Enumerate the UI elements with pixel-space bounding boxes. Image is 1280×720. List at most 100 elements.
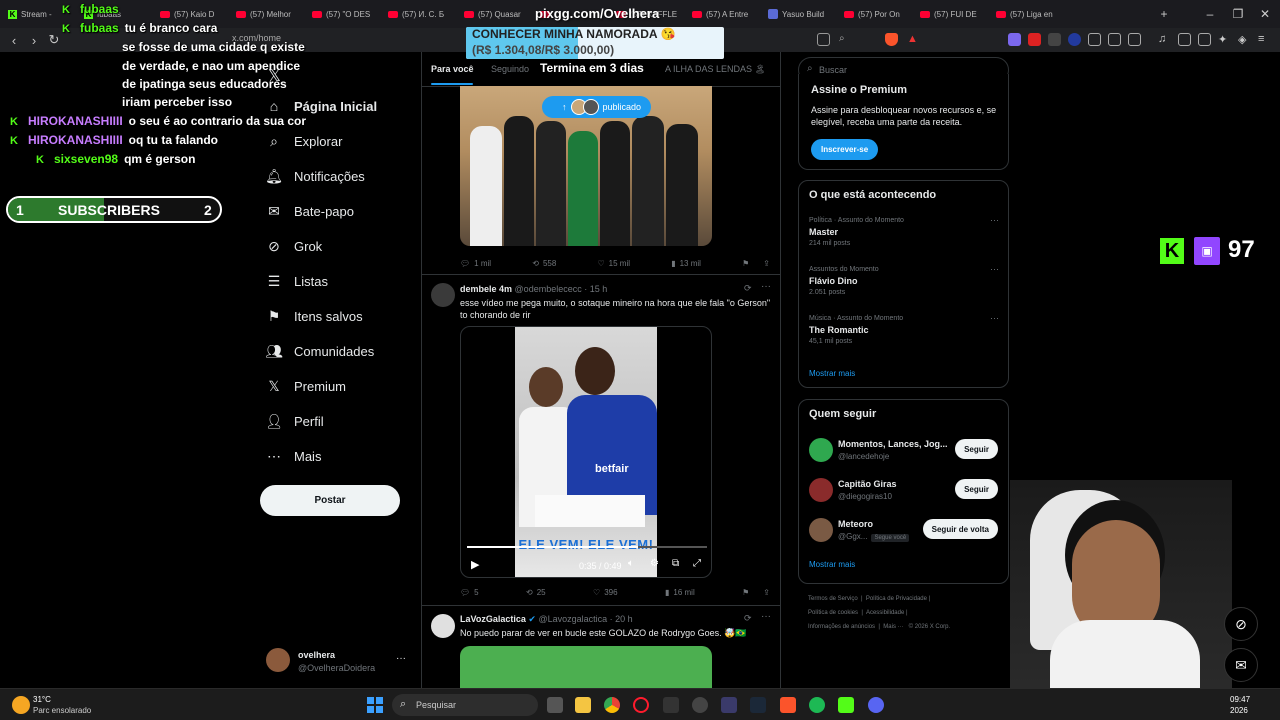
rewards-icon[interactable]: ▲ bbox=[907, 33, 920, 46]
opera-icon[interactable] bbox=[633, 697, 649, 713]
author-name[interactable]: LaVozGalactica bbox=[460, 614, 526, 624]
sidebar-item-grok[interactable]: ⊘ Grok bbox=[266, 234, 322, 258]
follow-button[interactable]: Seguir de volta bbox=[922, 519, 998, 539]
follow-button[interactable]: Seguir bbox=[955, 439, 998, 459]
file-explorer-icon[interactable] bbox=[575, 697, 591, 713]
video-progress-track[interactable] bbox=[467, 546, 707, 548]
avatar[interactable] bbox=[431, 614, 455, 638]
browser-tab[interactable]: (57) "O DES bbox=[304, 0, 380, 28]
forward-icon[interactable]: › bbox=[26, 32, 42, 48]
brave-shield-icon[interactable] bbox=[885, 33, 898, 46]
task-view-icon[interactable] bbox=[547, 697, 563, 713]
extension-icon[interactable] bbox=[1068, 33, 1081, 46]
like-button[interactable]: ♡ 15 mil bbox=[597, 257, 630, 269]
views-button[interactable]: ▮ 13 mil bbox=[671, 257, 701, 269]
author-handle[interactable]: @Lavozgalactica bbox=[538, 614, 607, 624]
trend-item[interactable]: Assuntos do Momento Flávio Dino 2.051 post… bbox=[809, 264, 999, 296]
tab-list[interactable]: A ILHA DAS LENDAS 🏝 bbox=[665, 64, 766, 75]
new-posts-pill[interactable]: ↑ publicado bbox=[542, 96, 652, 118]
trend-item[interactable]: Música · Assunto do Momento The Romantic 4… bbox=[809, 313, 999, 345]
follow-name[interactable]: Capitão Giras bbox=[838, 479, 897, 489]
sidebar-item-itens-salvos[interactable]: ⚑ Itens salvos bbox=[266, 304, 363, 328]
more-icon[interactable]: ··· bbox=[990, 215, 999, 225]
sidebar-item-p-gina-inicial[interactable]: ⌂ Página Inicial bbox=[266, 94, 377, 118]
account-more-icon[interactable]: ··· bbox=[396, 653, 406, 664]
avatar[interactable] bbox=[809, 478, 833, 502]
vpn-icon[interactable]: ◈ bbox=[1238, 33, 1251, 46]
browser-tab[interactable]: Yasuo Build bbox=[760, 0, 836, 28]
extension-icon[interactable] bbox=[1028, 33, 1041, 46]
browser-tab[interactable]: (57) A Entre bbox=[684, 0, 760, 28]
sidebar-item-explorar[interactable]: ⌕ Explorar bbox=[266, 129, 342, 153]
repost-button[interactable]: ⟲ 558 bbox=[532, 257, 556, 269]
new-tab-button[interactable]: + bbox=[1144, 0, 1184, 28]
views-button[interactable]: ▮ 16 mil bbox=[665, 586, 695, 598]
author-name[interactable]: dembele 4m bbox=[460, 284, 512, 294]
steam-icon[interactable] bbox=[750, 697, 766, 713]
browser-tab[interactable]: (57) FUI DE bbox=[912, 0, 988, 28]
tweet-time[interactable]: · 20 h bbox=[610, 614, 633, 624]
app-icon[interactable] bbox=[721, 697, 737, 713]
taskbar-search[interactable]: ⌕ Pesquisar bbox=[392, 694, 538, 716]
browser-tab[interactable]: (57) Melhor bbox=[228, 0, 304, 28]
extension-icon[interactable] bbox=[1108, 33, 1121, 46]
tweet-video[interactable]: betfair ELE VEM! ELE VEM! ▶ 0:35 / 0:49 … bbox=[460, 326, 712, 578]
more-icon[interactable]: ··· bbox=[761, 281, 771, 292]
kick-icon[interactable] bbox=[838, 697, 854, 713]
avatar[interactable] bbox=[809, 518, 833, 542]
extension-icon[interactable] bbox=[1048, 33, 1061, 46]
grok-icon[interactable]: ⟳ bbox=[744, 613, 752, 624]
sidebar-item-premium[interactable]: 𝕏 Premium bbox=[266, 374, 346, 398]
repost-button[interactable]: ⟲ 25 bbox=[526, 586, 546, 598]
sidebar-item-listas[interactable]: ☰ Listas bbox=[266, 269, 328, 293]
discord-icon[interactable] bbox=[868, 697, 884, 713]
tab-for-you[interactable]: Para você bbox=[431, 64, 474, 74]
avatar[interactable] bbox=[266, 648, 290, 672]
bookmark-icon[interactable]: ⚑ bbox=[742, 588, 749, 597]
back-icon[interactable]: ‹ bbox=[6, 32, 22, 48]
show-more-link[interactable]: Mostrar mais bbox=[809, 560, 855, 569]
browser-tab[interactable]: (57) Quasar bbox=[456, 0, 532, 28]
extension-icon[interactable] bbox=[1088, 33, 1101, 46]
extension-icon[interactable] bbox=[1008, 33, 1021, 46]
browser-tab[interactable]: (57) Por On bbox=[836, 0, 912, 28]
sidebar-icon[interactable] bbox=[1178, 33, 1191, 46]
sidebar-item-bate-papo[interactable]: ✉ Bate-papo bbox=[266, 199, 354, 223]
app-icon[interactable] bbox=[663, 697, 679, 713]
avatar[interactable] bbox=[809, 438, 833, 462]
more-icon[interactable]: ··· bbox=[990, 313, 999, 323]
wallet-icon[interactable] bbox=[1198, 33, 1211, 46]
tweet-time[interactable]: · 15 h bbox=[584, 284, 607, 294]
reload-icon[interactable]: ↻ bbox=[46, 32, 62, 48]
extension-icon[interactable] bbox=[1128, 33, 1141, 46]
close-window-button[interactable]: ✕ bbox=[1245, 0, 1280, 28]
ai-icon[interactable]: ✦ bbox=[1218, 33, 1231, 46]
reply-button[interactable]: 💬︎ 5 bbox=[460, 586, 479, 598]
chrome-icon[interactable] bbox=[604, 697, 620, 713]
play-icon[interactable]: ▶ bbox=[471, 558, 479, 571]
grok-icon[interactable]: ⟳ bbox=[744, 283, 752, 294]
share-icon[interactable]: ⇪ bbox=[763, 588, 770, 597]
follow-button[interactable]: Seguir bbox=[955, 479, 998, 499]
fullscreen-icon[interactable]: ⤢ bbox=[693, 558, 701, 569]
author-handle[interactable]: @odembelececc bbox=[515, 284, 582, 294]
messages-fab-icon[interactable]: ✉ bbox=[1224, 648, 1258, 682]
tab-following[interactable]: Seguindo bbox=[491, 64, 529, 74]
brave-icon[interactable] bbox=[780, 697, 796, 713]
follow-name[interactable]: Momentos, Lances, Jog... bbox=[838, 439, 948, 449]
like-button[interactable]: ♡ 396 bbox=[593, 586, 618, 598]
follow-name[interactable]: Meteoro bbox=[838, 519, 873, 529]
sidebar-item-perfil[interactable]: 👤︎ Perfil bbox=[265, 409, 324, 433]
share-icon[interactable]: ⇪ bbox=[763, 259, 770, 268]
sidebar-item-comunidades[interactable]: 👥︎ Comunidades bbox=[265, 339, 374, 363]
spotify-icon[interactable] bbox=[809, 697, 825, 713]
avatar[interactable] bbox=[431, 283, 455, 307]
menu-icon[interactable]: ≡ bbox=[1258, 33, 1271, 46]
pip-icon[interactable]: ⧉ bbox=[672, 558, 679, 569]
bookmark-icon[interactable]: ⚑ bbox=[742, 259, 749, 268]
sidebar-item-mais[interactable]: ⋯ Mais bbox=[266, 444, 321, 468]
volume-icon[interactable]: 🔈︎ bbox=[628, 558, 634, 569]
browser-tab[interactable]: (57) И. С. Б bbox=[380, 0, 456, 28]
start-icon[interactable] bbox=[367, 697, 383, 713]
x-logo-icon[interactable]: 𝕏 bbox=[268, 66, 281, 86]
